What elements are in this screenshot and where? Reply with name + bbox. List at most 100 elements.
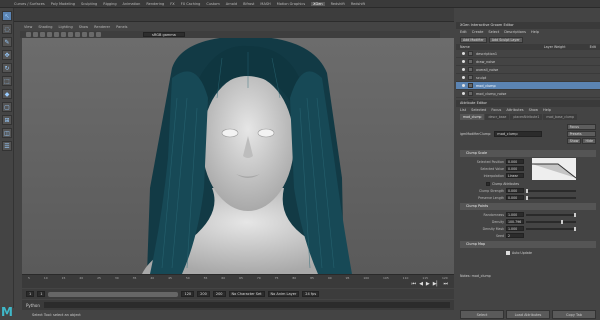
time-slider[interactable]: 5 10 15 20 25 30 35 40 45 50 55 60 65 70 75 80 85 90 95 100… <box>22 274 454 288</box>
step-back-icon[interactable]: ◀ <box>419 281 423 287</box>
selected-value-field[interactable]: 0.000 <box>506 166 524 171</box>
density-slider[interactable] <box>526 219 576 224</box>
copy-tab-button[interactable]: Copy Tab <box>552 310 596 319</box>
shelf-tab[interactable]: Bifrost <box>243 2 254 6</box>
modifier-layer-row[interactable]: sculpt <box>456 74 600 82</box>
end-time-field[interactable]: 200 <box>197 291 210 297</box>
clump-map-section[interactable]: Clump Map <box>460 241 596 248</box>
wireframe-icon[interactable] <box>54 32 59 37</box>
shelf-tab[interactable]: Sculpting <box>81 2 97 6</box>
playback-end-field[interactable]: 200 <box>212 291 226 297</box>
clump-attributes-checkbox[interactable] <box>486 181 490 186</box>
modifier-layer-row[interactable]: draw_noise <box>456 58 600 66</box>
attr-menu-item[interactable]: Attributes <box>506 107 523 114</box>
go-start-icon[interactable]: ⏮ <box>412 281 417 287</box>
bookmark-icon[interactable] <box>40 32 45 37</box>
clump-points-section[interactable]: Clump Points <box>460 203 596 210</box>
play-icon[interactable]: ▶ <box>426 281 430 287</box>
visibility-eye-icon[interactable] <box>462 76 465 79</box>
add-sculpt-layer-button[interactable]: Add Sculpt Layer <box>488 37 523 43</box>
density-field[interactable]: 100.796 <box>506 219 524 224</box>
auto-update-checkbox[interactable] <box>506 250 510 255</box>
load-attributes-button[interactable]: Load Attributes <box>506 310 550 319</box>
range-start-field[interactable]: 1 <box>37 291 46 297</box>
attr-tab[interactable]: placerAttribute1 <box>510 114 543 120</box>
clump-scale-ramp[interactable] <box>532 158 576 180</box>
randomness-slider[interactable] <box>526 212 576 217</box>
select-button[interactable]: Select <box>460 310 504 319</box>
last-tool-icon[interactable]: ◆ <box>2 89 12 99</box>
modifier-layer-row[interactable]: overall_noise <box>456 66 600 74</box>
attr-menu-item[interactable]: Selected <box>471 107 486 114</box>
layout-outliner-icon[interactable]: ☰ <box>2 141 12 151</box>
xgen-menu-item[interactable]: Create <box>472 29 484 36</box>
paint-tool-icon[interactable]: ✎ <box>2 37 12 47</box>
attr-menu-item[interactable]: Help <box>543 107 551 114</box>
interpolation-select[interactable]: Linear <box>506 173 524 178</box>
shelf-tab[interactable]: Curves / Surfaces <box>14 2 45 6</box>
isolate-icon[interactable] <box>89 32 94 37</box>
show-button[interactable]: Show <box>566 138 582 144</box>
xray-icon[interactable] <box>96 32 101 37</box>
attr-tab[interactable]: descr_base <box>485 114 510 120</box>
layout-split-icon[interactable]: ◫ <box>2 128 12 138</box>
3d-viewport[interactable] <box>22 38 454 274</box>
shelf-tab[interactable]: Redshift <box>351 2 365 6</box>
textured-icon[interactable] <box>68 32 73 37</box>
density-mask-slider[interactable] <box>526 226 576 231</box>
grid-icon[interactable] <box>47 32 52 37</box>
shelf-tab[interactable]: Rendering <box>146 2 164 6</box>
attr-menu-item[interactable]: Show <box>529 107 538 114</box>
shelf-tab[interactable]: Arnold <box>226 2 237 6</box>
shelf-tab[interactable]: Motion Graphics <box>277 2 305 6</box>
attr-tab[interactable]: mod_base_clump <box>543 114 578 120</box>
modifier-layer-row[interactable]: mod_clump <box>456 82 600 90</box>
xgen-menu-item[interactable]: Edit <box>460 29 467 36</box>
visibility-eye-icon[interactable] <box>462 68 465 71</box>
shelf-tab[interactable]: XGen <box>311 1 325 6</box>
layout-single-icon[interactable]: ▢ <box>2 102 12 112</box>
visibility-eye-icon[interactable] <box>462 92 465 95</box>
select-tool-icon[interactable]: ↖ <box>2 11 12 21</box>
hide-button[interactable]: Hide <box>582 138 596 144</box>
clump-scale-section[interactable]: Clump Scale <box>460 150 596 157</box>
xgen-menu-item[interactable]: Help <box>531 29 539 36</box>
focus-button[interactable]: Focus <box>566 124 596 130</box>
shelf-tab[interactable]: MASH <box>260 2 270 6</box>
start-time-field[interactable]: 1 <box>26 291 35 297</box>
modifier-layer-row[interactable]: description1 <box>456 50 600 58</box>
shelf-tab[interactable]: Poly Modeling <box>51 2 75 6</box>
node-name-field[interactable]: mod_clump <box>494 131 543 137</box>
layout-four-icon[interactable]: ⊞ <box>2 115 12 125</box>
shadows-icon[interactable] <box>82 32 87 37</box>
smooth-shade-icon[interactable] <box>61 32 66 37</box>
shelf-tab[interactable]: Redshift <box>331 2 345 6</box>
xgen-menu-item[interactable]: Select <box>488 29 499 36</box>
rotate-tool-icon[interactable]: ↻ <box>2 63 12 73</box>
attr-tab[interactable]: mod_clump <box>460 114 485 120</box>
step-forward-icon[interactable]: ▶▏ <box>433 281 441 287</box>
lock-camera-icon[interactable] <box>33 32 38 37</box>
command-input[interactable] <box>43 302 450 308</box>
shelf-tab[interactable]: Rigging <box>103 2 116 6</box>
color-space-select[interactable]: sRGB gamma <box>143 32 185 37</box>
shelf-tab[interactable]: Custom <box>206 2 219 6</box>
randomness-field[interactable]: 1.000 <box>506 212 524 217</box>
attr-menu-item[interactable]: Focus <box>491 107 501 114</box>
visibility-eye-icon[interactable] <box>462 84 465 87</box>
range-end-field[interactable]: 120 <box>181 291 195 297</box>
visibility-eye-icon[interactable] <box>462 52 465 55</box>
lasso-tool-icon[interactable]: ◌ <box>2 24 12 34</box>
clump-strength-field[interactable]: 0.000 <box>506 188 524 193</box>
selected-position-field[interactable]: 0.000 <box>506 159 524 164</box>
character-set-select[interactable]: No Character Set <box>228 291 265 297</box>
preserve-length-field[interactable]: 0.000 <box>506 195 524 200</box>
command-line[interactable]: Python <box>22 300 454 310</box>
lights-icon[interactable] <box>75 32 80 37</box>
anim-layer-select[interactable]: No Anim Layer <box>267 291 300 297</box>
clump-strength-slider[interactable] <box>526 188 576 193</box>
camera-icon[interactable] <box>26 32 31 37</box>
density-mask-field[interactable]: 1.000 <box>506 226 524 231</box>
shelf-tab[interactable]: FX Caching <box>181 2 201 6</box>
command-language-label[interactable]: Python <box>26 303 40 308</box>
